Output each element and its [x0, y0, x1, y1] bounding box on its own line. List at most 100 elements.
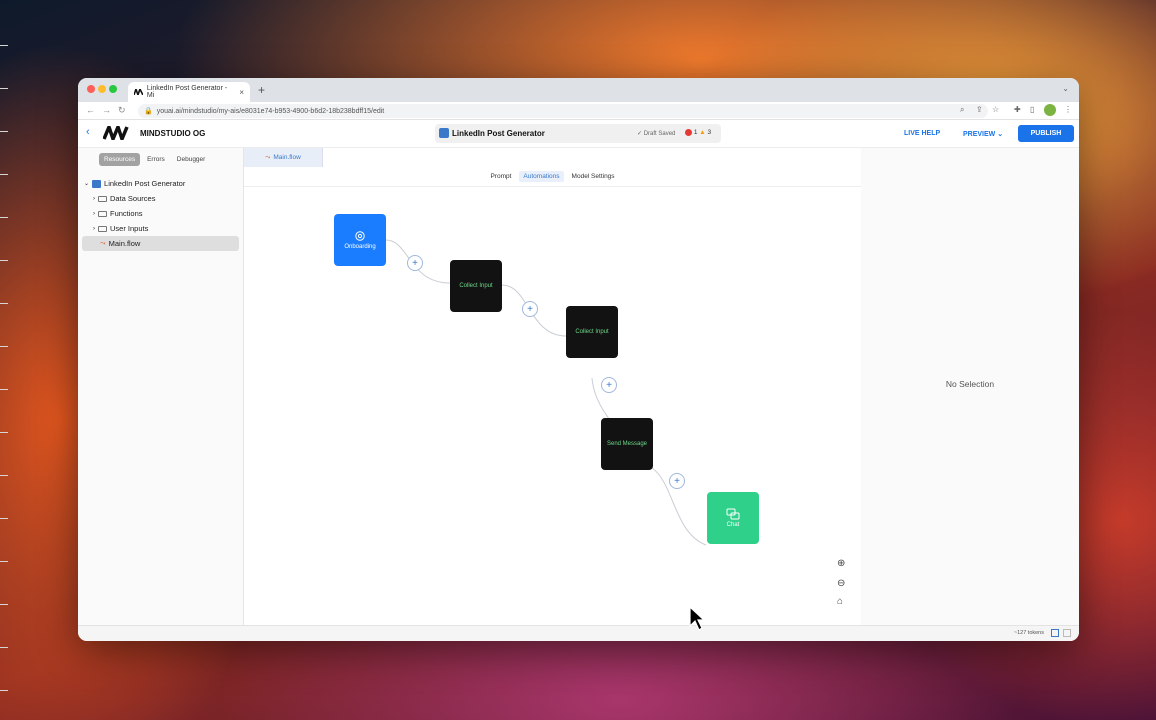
- lock-icon: 🔒: [144, 108, 153, 115]
- flow-node-onboarding[interactable]: Onboarding: [334, 214, 386, 266]
- back-chevron-icon[interactable]: ‹: [86, 126, 90, 138]
- tab-automations[interactable]: Automations: [519, 171, 564, 182]
- tab-debugger[interactable]: Debugger: [172, 153, 211, 166]
- desktop-tick: [0, 303, 8, 304]
- tree-item-data-sources[interactable]: › Data Sources: [78, 191, 243, 206]
- zoom-lens-icon[interactable]: ⌕: [960, 105, 964, 115]
- add-step-button[interactable]: +: [601, 377, 617, 393]
- tree-item-functions[interactable]: › Functions: [78, 206, 243, 221]
- browser-menu-icon[interactable]: ⋮: [1064, 105, 1072, 114]
- tree-root[interactable]: ⌄ LinkedIn Post Generator: [78, 176, 243, 191]
- tab-search-chevron-icon[interactable]: ⌄: [1062, 84, 1069, 93]
- layout-single-icon[interactable]: [1063, 629, 1071, 637]
- node-label: Onboarding: [344, 244, 376, 250]
- side-panel-icon[interactable]: ▯: [1030, 105, 1034, 114]
- mindstudio-favicon-icon: [134, 89, 143, 95]
- mouse-cursor-icon: [689, 606, 705, 631]
- flow-node-chat[interactable]: Chat: [707, 492, 759, 544]
- extensions-puzzle-icon[interactable]: ✚: [1014, 105, 1021, 114]
- node-label: Chat: [726, 522, 740, 528]
- desktop-tick: [0, 604, 8, 605]
- flow-node-collect-input[interactable]: Collect Input: [450, 260, 502, 312]
- chevron-down-icon: ⌄: [84, 181, 90, 187]
- status-bar: ~127 tokens: [78, 625, 1079, 641]
- add-step-button[interactable]: +: [407, 255, 423, 271]
- project-icon: [439, 128, 449, 138]
- tree-item-main-flow[interactable]: ⤳ Main.flow: [82, 236, 239, 251]
- layout-split-icon[interactable]: [1051, 629, 1059, 637]
- error-icon: [685, 129, 692, 136]
- editor-subtabs: Prompt Automations Model Settings: [244, 167, 861, 187]
- new-tab-button[interactable]: +: [258, 83, 265, 97]
- add-step-button[interactable]: +: [522, 301, 538, 317]
- tab-title: LinkedIn Post Generator - Mi: [146, 85, 228, 99]
- folder-icon: [98, 210, 107, 217]
- desktop-tick: [0, 475, 8, 476]
- sidebar-tabs: Resources Errors Debugger: [99, 153, 210, 166]
- file-tab-main-flow[interactable]: ⤳ Main.flow: [244, 148, 323, 167]
- tab-prompt[interactable]: Prompt: [486, 171, 515, 182]
- browser-window: LinkedIn Post Generator - Mi × + ⌄ ← → ↻…: [78, 78, 1079, 641]
- mindstudio-logo-icon: [103, 126, 129, 140]
- browser-tab[interactable]: LinkedIn Post Generator - Mi ×: [128, 82, 250, 102]
- back-arrow-icon[interactable]: ←: [86, 105, 95, 115]
- project-name[interactable]: LinkedIn Post Generator: [452, 129, 545, 138]
- flow-file-icon: ⤳: [265, 153, 271, 161]
- node-label: Collect Input: [459, 283, 493, 289]
- folder-icon: [98, 225, 107, 232]
- flow-node-send-message[interactable]: Send Message: [601, 418, 653, 470]
- desktop-tick: [0, 131, 8, 132]
- desktop-tick: [0, 647, 8, 648]
- tab-resources[interactable]: Resources: [99, 153, 141, 166]
- brand-name: MINDSTUDIO OG: [140, 129, 206, 138]
- warning-count: 3: [707, 129, 712, 137]
- close-tab-icon[interactable]: ×: [239, 88, 244, 97]
- bookmark-star-icon[interactable]: ☆: [992, 105, 999, 114]
- no-selection-text: No Selection: [945, 379, 995, 389]
- error-count: 1: [693, 129, 698, 137]
- desktop-tick: [0, 45, 8, 46]
- zoom-out-icon[interactable]: ⊖: [837, 578, 845, 589]
- share-icon[interactable]: ⇪: [976, 105, 983, 114]
- live-help-button[interactable]: LIVE HELP: [904, 130, 940, 137]
- tab-model-settings[interactable]: Model Settings: [568, 171, 619, 182]
- profile-avatar[interactable]: [1044, 104, 1056, 116]
- address-bar-row: ← → ↻ 🔒 youai.ai/mindstudio/my-ais/e8031…: [78, 102, 1079, 120]
- home-icon[interactable]: ⌂: [837, 596, 843, 607]
- desktop-tick: [0, 346, 8, 347]
- onboarding-gear-icon: [355, 231, 365, 241]
- zoom-window-button[interactable]: [109, 85, 117, 93]
- minimize-window-button[interactable]: [98, 85, 106, 93]
- desktop-tick: [0, 561, 8, 562]
- node-label: Send Message: [606, 441, 648, 447]
- preview-button[interactable]: PREVIEW ⌄: [963, 130, 1003, 138]
- chevron-right-icon: ›: [93, 210, 95, 217]
- add-step-button[interactable]: +: [669, 473, 685, 489]
- properties-panel: No Selection: [861, 148, 1079, 625]
- forward-arrow-icon[interactable]: →: [102, 105, 111, 115]
- workspace: Resources Errors Debugger ⌄ LinkedIn Pos…: [78, 148, 1079, 625]
- desktop-tick: [0, 518, 8, 519]
- zoom-in-icon[interactable]: ⊕: [837, 558, 845, 569]
- desktop-tick: [0, 432, 8, 433]
- reload-icon[interactable]: ↻: [118, 105, 126, 116]
- tree-item-label: Main.flow: [108, 239, 141, 248]
- desktop-tick: [0, 174, 8, 175]
- flow-canvas[interactable]: Onboarding + Collect Input + Collect Inp…: [244, 188, 861, 625]
- draft-status: ✓ Draft Saved: [637, 131, 676, 137]
- node-label: Collect Input: [575, 329, 609, 335]
- flow-node-collect-input[interactable]: Collect Input: [566, 306, 618, 358]
- close-window-button[interactable]: [87, 85, 95, 93]
- flow-file-icon: ⤳: [100, 239, 106, 247]
- sidebar: Resources Errors Debugger ⌄ LinkedIn Pos…: [78, 148, 244, 625]
- issues-indicator[interactable]: 1 ▲ 3: [685, 129, 711, 136]
- desktop-tick: [0, 260, 8, 261]
- token-count: ~127 tokens: [1013, 630, 1044, 636]
- chevron-right-icon: ›: [93, 225, 95, 232]
- publish-button[interactable]: PUBLISH: [1018, 125, 1074, 142]
- url-text: youai.ai/mindstudio/my-ais/e8031e74-b953…: [156, 107, 385, 115]
- desktop-tick: [0, 217, 8, 218]
- tree-item-user-inputs[interactable]: › User Inputs: [78, 221, 243, 236]
- tab-errors[interactable]: Errors: [142, 153, 170, 166]
- url-field[interactable]: 🔒 youai.ai/mindstudio/my-ais/e8031e74-b9…: [138, 104, 988, 118]
